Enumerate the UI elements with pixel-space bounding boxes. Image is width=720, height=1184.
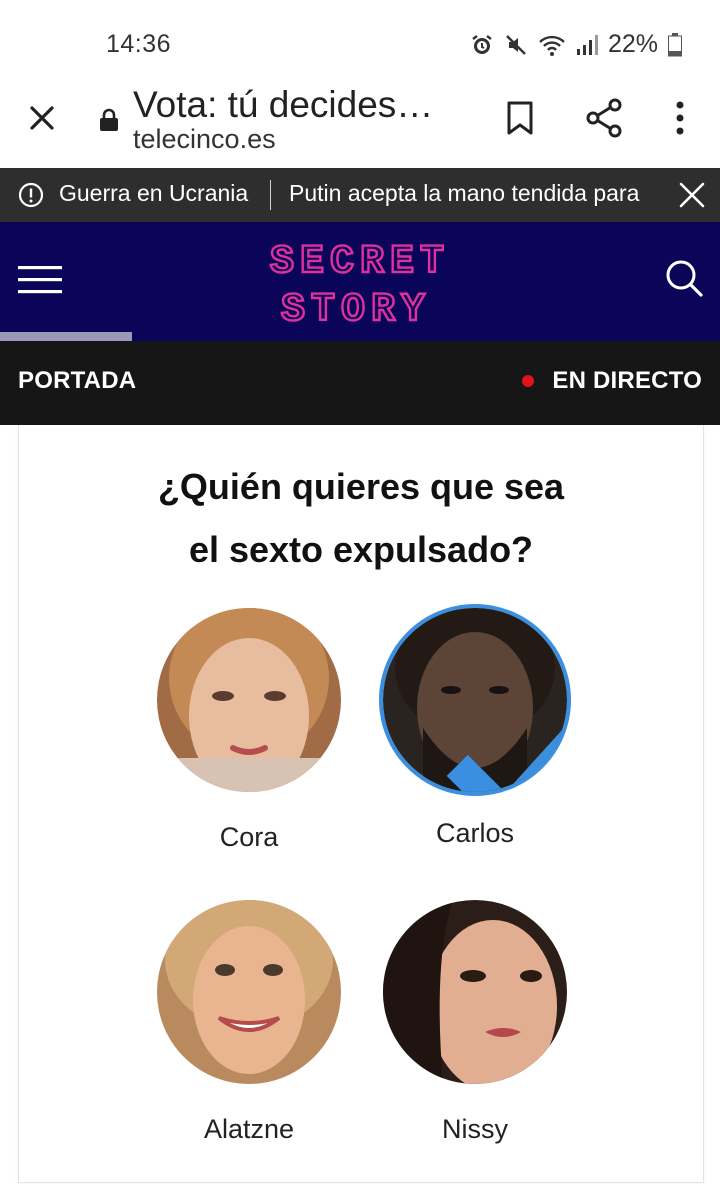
logo-line-1: SECRET [270,240,450,285]
status-icons: 22% [470,30,682,59]
battery-icon [668,32,682,56]
portrait-image [383,900,567,1084]
ticker-headline[interactable]: Putin acepta la mano tendida para [289,180,661,207]
candidate-name: Alatzne [203,1114,295,1144]
portrait-image [157,900,341,1084]
site-header: SECRET STORY [0,222,720,341]
section-nav: PORTADA EN DIRECTO [0,341,720,425]
candidate-alatzne[interactable]: Alatzne [154,900,344,1145]
live-dot-icon [522,375,535,387]
ticker-close-icon[interactable] [678,181,706,209]
clock: 14:36 [106,30,172,58]
page-title[interactable]: Vota: tú decides… [133,84,433,126]
more-icon[interactable] [672,100,688,136]
signal-icon [576,34,598,55]
poll-question: ¿Quién quieres que sea el sexto expulsad… [19,455,703,581]
ticker-category[interactable]: Guerra en Ucrania [59,180,248,207]
logo-line-2: STORY [281,288,431,332]
wifi-icon [539,35,565,56]
candidate-photo[interactable] [383,900,567,1084]
nav-portada-link[interactable]: PORTADA [18,367,136,395]
candidate-name: Carlos [435,818,515,848]
candidate-name: Nissy [442,1114,508,1144]
alarm-icon [472,34,492,54]
secret-story-logo[interactable]: SECRET STORY [260,232,460,332]
scroll-progress-indicator [0,332,132,341]
candidate-carlos[interactable]: Carlos [380,608,570,849]
browser-toolbar: Vota: tú decides… telecinco.es [0,84,720,169]
close-icon[interactable] [24,100,60,136]
news-ticker[interactable]: Guerra en Ucrania Putin acepta la mano t… [0,168,720,222]
status-bar: 14:36 22% [0,0,720,84]
lock-icon [100,108,118,131]
candidate-nissy[interactable]: Nissy [380,900,570,1145]
candidate-photo[interactable] [383,608,567,792]
search-icon[interactable] [664,258,704,298]
live-link[interactable]: EN DIRECTO [522,367,702,395]
portrait-image [157,608,341,792]
poll-card: ¿Quién quieres que sea el sexto expulsad… [18,425,704,1183]
mute-icon [506,34,526,55]
ticker-divider [270,180,271,210]
candidate-name: Cora [219,822,279,852]
live-label[interactable]: EN DIRECTO [552,367,702,395]
candidate-photo[interactable] [157,608,341,792]
url-domain[interactable]: telecinco.es [133,124,276,155]
check-icon [446,724,567,792]
poll-question-line-1: ¿Quién quieres que sea [157,466,565,507]
share-icon[interactable] [585,98,623,138]
bookmark-icon[interactable] [505,100,535,136]
hamburger-menu-icon[interactable] [18,264,62,296]
alert-icon [18,182,44,208]
candidate-photo[interactable] [157,900,341,1084]
candidate-cora[interactable]: Cora [154,608,344,853]
battery-level: 22% [607,30,658,58]
poll-question-line-2: el sexto expulsado? [188,529,534,570]
